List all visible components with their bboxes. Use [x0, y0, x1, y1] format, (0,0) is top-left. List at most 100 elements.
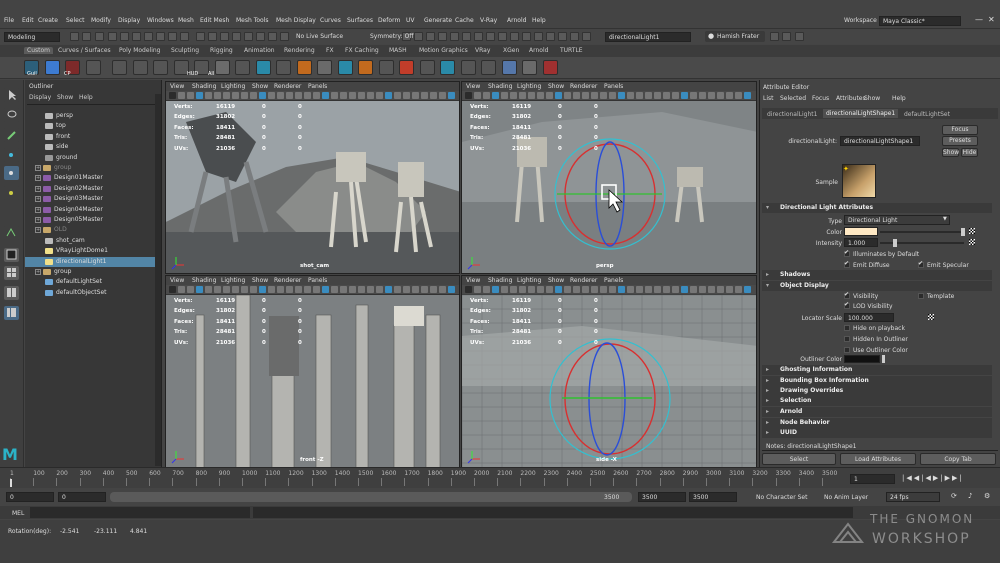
- ae-focus-button[interactable]: Focus: [942, 125, 978, 135]
- status-tool-icon[interactable]: [414, 32, 423, 41]
- status-tool-icon[interactable]: [486, 32, 495, 41]
- ae-locator-map-icon[interactable]: [928, 314, 934, 320]
- status-tool-icon[interactable]: [558, 32, 567, 41]
- menu-arnold[interactable]: Arnold: [507, 17, 526, 24]
- symmetry-label[interactable]: Symmetry: Off: [370, 33, 413, 40]
- mel-label[interactable]: MEL: [12, 510, 24, 517]
- status-tool-icon[interactable]: [782, 32, 791, 41]
- ae-intensity-field[interactable]: 1.000: [844, 238, 878, 247]
- status-tool-icon[interactable]: [268, 32, 277, 41]
- menu-file[interactable]: File: [4, 17, 14, 24]
- shelf-tool-icon[interactable]: [112, 60, 127, 75]
- status-tool-icon[interactable]: [244, 32, 253, 41]
- ae-load-attributes-button[interactable]: Load Attributes: [840, 453, 916, 465]
- shelf-tab-vray[interactable]: VRay: [475, 47, 490, 54]
- status-tool-icon[interactable]: [120, 32, 129, 41]
- ae-hide-playback-checkbox[interactable]: [844, 325, 850, 331]
- shelf-tab-turtle[interactable]: TURTLE: [560, 47, 583, 54]
- menu-select[interactable]: Select: [66, 17, 85, 24]
- ae-visibility-checkbox[interactable]: [844, 291, 850, 299]
- shelf-tool-icon[interactable]: [132, 60, 148, 75]
- single-pane-layout-icon[interactable]: [4, 248, 19, 262]
- outliner-item-design03master[interactable]: + Design03Master: [25, 194, 155, 204]
- ae-tab-defaultlightset[interactable]: defaultLightSet: [904, 111, 950, 118]
- ae-menu-list[interactable]: List: [763, 95, 774, 102]
- ae-outliner-color-slider[interactable]: [882, 355, 885, 363]
- shelf-tool-icon[interactable]: [44, 60, 60, 75]
- status-tool-icon[interactable]: [570, 32, 579, 41]
- status-tool-icon[interactable]: [426, 32, 435, 41]
- outliner-layout-icon[interactable]: [4, 306, 19, 320]
- shelf-tool-icon[interactable]: [522, 60, 537, 75]
- ae-section-object-display[interactable]: ▾ Object Display: [762, 281, 992, 291]
- ae-show-button[interactable]: Show: [942, 148, 959, 157]
- ae-color-map-icon[interactable]: [969, 228, 975, 234]
- shelf-tool-icon[interactable]: [542, 60, 558, 75]
- status-tool-icon[interactable]: [462, 32, 471, 41]
- menu-display[interactable]: Display: [118, 17, 140, 24]
- side-by-side-layout-icon[interactable]: [4, 286, 19, 300]
- ae-section-shadows[interactable]: ▸ Shadows: [762, 270, 992, 280]
- status-tool-icon[interactable]: [510, 32, 519, 41]
- status-tool-icon[interactable]: [196, 32, 205, 41]
- menu-edit[interactable]: Edit: [22, 17, 34, 24]
- shelf-tool-icon[interactable]: [296, 60, 312, 75]
- shelf-tab-sculpting[interactable]: Sculpting: [171, 47, 199, 54]
- status-tool-icon[interactable]: [70, 32, 79, 41]
- ae-menu-selected[interactable]: Selected: [780, 95, 806, 102]
- expand-icon[interactable]: +: [35, 185, 41, 192]
- ae-section-bounding-box[interactable]: ▸ Bounding Box Information: [762, 376, 992, 386]
- viewport-side[interactable]: View Shading Lighting Show Renderer Panels Ver…: [461, 275, 757, 468]
- shelf-tool-icon[interactable]: [276, 60, 291, 75]
- status-tool-icon[interactable]: [208, 32, 217, 41]
- move-tool-icon[interactable]: [4, 148, 19, 162]
- minimize-icon[interactable]: —: [975, 15, 983, 24]
- status-tool-icon[interactable]: [144, 32, 153, 41]
- menu-v-ray[interactable]: V-Ray: [480, 17, 497, 24]
- ae-emit-diffuse-checkbox[interactable]: [844, 260, 850, 268]
- menu-mesh[interactable]: Mesh: [178, 17, 194, 24]
- ae-select-button[interactable]: Select: [762, 453, 836, 465]
- ae-section-drawing-overrides[interactable]: ▸ Drawing Overrides: [762, 386, 992, 396]
- outliner-menu-help[interactable]: Help: [79, 94, 93, 101]
- shelf-tab-custom[interactable]: Custom: [24, 47, 53, 54]
- shelf-tool-icon[interactable]: [358, 60, 373, 75]
- menu-curves[interactable]: Curves: [320, 17, 341, 24]
- shelf-tab-arnold[interactable]: Arnold: [529, 47, 548, 54]
- menu-generate[interactable]: Generate: [424, 17, 452, 24]
- range-end-field[interactable]: 3500: [689, 492, 737, 502]
- audio-icon[interactable]: ♪: [968, 492, 972, 500]
- current-frame-field[interactable]: 1: [850, 474, 895, 484]
- ae-node-name-field[interactable]: directionalLightShape1: [840, 136, 920, 146]
- range-slider[interactable]: [110, 492, 632, 502]
- outliner-item-directionallight1[interactable]: directionalLight1: [25, 256, 155, 267]
- status-tool-icon[interactable]: [220, 32, 229, 41]
- paint-select-tool-icon[interactable]: [4, 128, 19, 142]
- shelf-tab-mash[interactable]: MASH: [389, 47, 407, 54]
- range-start-field[interactable]: 0: [6, 492, 54, 502]
- ae-section-ghosting[interactable]: ▸ Ghosting Information: [762, 365, 992, 375]
- status-tool-icon[interactable]: [546, 32, 555, 41]
- rotate-tool-icon[interactable]: [4, 166, 19, 180]
- menu-windows[interactable]: Windows: [147, 17, 174, 24]
- shelf-tool-icon[interactable]: [214, 60, 230, 75]
- outliner-item-group[interactable]: + group: [25, 267, 155, 277]
- status-tool-icon[interactable]: [180, 32, 189, 41]
- outliner-item-ground[interactable]: ground: [25, 153, 155, 163]
- ae-type-select[interactable]: Directional Light: [844, 215, 950, 225]
- status-tool-icon[interactable]: [108, 32, 117, 41]
- outliner-item-defaultlightset[interactable]: defaultLightSet: [25, 277, 155, 287]
- ae-emit-specular-checkbox[interactable]: [918, 260, 924, 268]
- shelf-tool-icon[interactable]: [255, 60, 271, 75]
- status-tool-icon[interactable]: [770, 32, 779, 41]
- outliner-item-persp[interactable]: persp: [25, 111, 155, 121]
- character-set-label[interactable]: No Character Set: [756, 494, 807, 501]
- step-forward-icon[interactable]: |▶: [940, 474, 952, 482]
- anim-layer-label[interactable]: No Anim Layer: [824, 494, 868, 501]
- outliner-item-design05master[interactable]: + Design05Master: [25, 215, 155, 225]
- expand-icon[interactable]: +: [35, 217, 41, 223]
- shelf-tool-icon[interactable]: [481, 60, 496, 75]
- menu-cache[interactable]: Cache: [455, 17, 474, 24]
- expand-icon[interactable]: +: [35, 175, 41, 182]
- ae-lod-checkbox[interactable]: [844, 301, 850, 309]
